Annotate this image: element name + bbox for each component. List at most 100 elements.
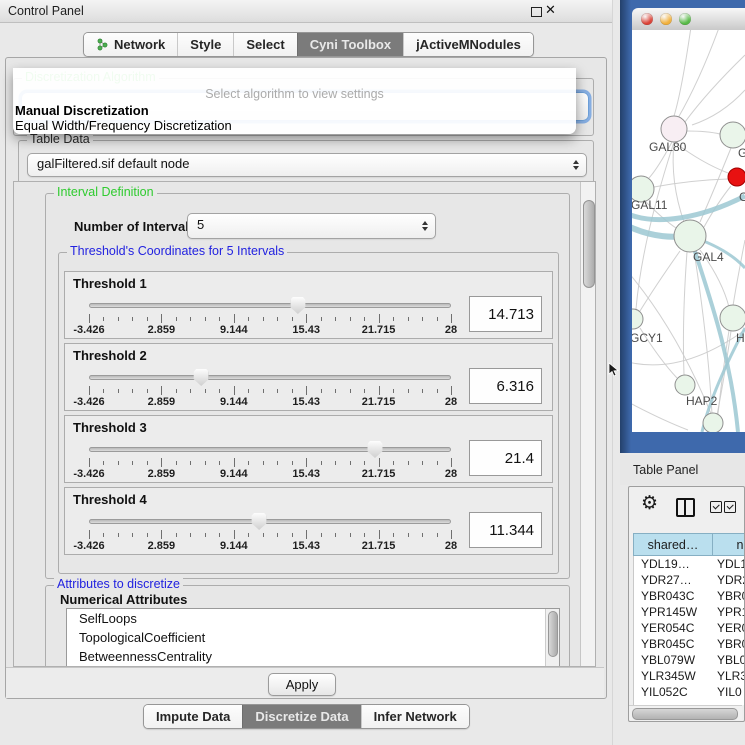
threshold-2-slider[interactable]: -3.4262.8599.14415.4321.71528	[89, 370, 451, 408]
network-node-c[interactable]	[728, 168, 745, 186]
network-edge[interactable]	[636, 142, 674, 309]
split-columns-icon[interactable]	[676, 498, 695, 517]
tab-network[interactable]: Network	[84, 33, 177, 56]
float-window-icon[interactable]	[531, 7, 542, 17]
cell-shared-name[interactable]: YDL19…	[634, 557, 714, 571]
threshold-2-value-field[interactable]: 6.316	[469, 368, 542, 404]
cell-name[interactable]: YBR0	[714, 589, 745, 603]
tick-mark	[176, 461, 177, 465]
threshold-4-slider[interactable]: -3.4262.8599.14415.4321.71528	[89, 514, 451, 552]
network-edge[interactable]	[640, 251, 680, 311]
slider-thumb[interactable]	[290, 297, 305, 314]
cell-shared-name[interactable]: YPR145W	[634, 605, 714, 619]
tab-cyni-toolbox[interactable]: Cyni Toolbox	[297, 33, 403, 56]
cell-name[interactable]: YDR2	[714, 573, 745, 587]
network-node[interactable]	[703, 413, 723, 432]
cell-shared-name[interactable]: YDR27…	[634, 573, 714, 587]
slider-thumb[interactable]	[367, 441, 382, 458]
cell-name[interactable]: YPR1	[714, 605, 745, 619]
close-traffic-light-icon[interactable]	[641, 13, 653, 25]
cell-shared-name[interactable]: YBL079W	[634, 653, 714, 667]
top-tab-bar: Network Style Select Cyni Toolbox jActiv…	[83, 32, 534, 57]
tab-infer-network[interactable]: Infer Network	[361, 705, 469, 728]
threshold-4-value-field[interactable]: 11.344	[469, 512, 542, 548]
slider-thumb[interactable]	[252, 513, 267, 530]
threshold-1-slider[interactable]: -3.4262.8599.14415.4321.71528	[89, 298, 451, 336]
table-row[interactable]: YBL079WYBL0	[634, 652, 745, 668]
table-row[interactable]: YBR045CYBR0	[634, 636, 745, 652]
numerical-attributes-list[interactable]: SelfLoopsTopologicalCoefficientBetweenne…	[66, 608, 560, 667]
network-node-h[interactable]	[720, 305, 745, 331]
cell-shared-name[interactable]: YBR043C	[634, 589, 714, 603]
cell-name[interactable]: YIL0	[714, 685, 745, 699]
tab-impute-data[interactable]: Impute Data	[144, 705, 242, 728]
list-scrollbar[interactable]	[545, 609, 559, 667]
number-of-intervals-combobox[interactable]: 5	[187, 213, 436, 239]
table-row[interactable]: YPR145WYPR1	[634, 604, 745, 620]
scrollbar-thumb[interactable]	[632, 708, 738, 720]
attribute-list-item[interactable]: TopologicalCoefficient	[67, 628, 559, 647]
tab-jactivemnodules[interactable]: jActiveMNodules	[403, 33, 533, 56]
cell-name[interactable]: YBR0	[714, 637, 745, 651]
table-row[interactable]: YDL19…YDL1	[634, 556, 745, 572]
scale-label: -3.426	[73, 396, 104, 408]
slider-thumb[interactable]	[194, 369, 209, 386]
tab-discretize-data[interactable]: Discretize Data	[242, 705, 360, 728]
popup-option-equal-width[interactable]: Equal Width/Frequency Discretization	[15, 118, 232, 133]
network-node-gal4[interactable]	[674, 220, 706, 252]
network-edge[interactable]	[632, 402, 688, 430]
numerical-attributes-heading: Numerical Attributes	[60, 592, 187, 607]
cell-shared-name[interactable]: YIL052C	[634, 685, 714, 699]
slider-track[interactable]	[89, 375, 451, 380]
threshold-1-value-field[interactable]: 14.713	[469, 296, 542, 332]
table-row[interactable]: YIL052CYIL0	[634, 684, 745, 700]
network-node-gcy1[interactable]	[632, 309, 643, 329]
cell-shared-name[interactable]: YBR045C	[634, 637, 714, 651]
close-icon[interactable]: ✕	[545, 3, 556, 18]
cell-name[interactable]: YBL0	[714, 653, 745, 667]
network-node-hap2[interactable]	[675, 375, 695, 395]
attribute-list-item[interactable]: BetweennessCentrality	[67, 647, 559, 666]
tab-style[interactable]: Style	[177, 33, 233, 56]
slider-track[interactable]	[89, 447, 451, 452]
checkbox-checked-icon[interactable]	[710, 501, 722, 513]
minimize-traffic-light-icon[interactable]	[660, 13, 672, 25]
threshold-3-slider[interactable]: -3.4262.8599.14415.4321.71528	[89, 442, 451, 480]
network-edge[interactable]	[692, 90, 745, 125]
column-header-shared-name[interactable]: shared…	[633, 533, 712, 556]
network-canvas[interactable]: GAL80GACGAL11GAL4GCY1HHAP2	[632, 30, 745, 432]
table-row[interactable]: YER054CYER0	[634, 620, 745, 636]
network-node-ga[interactable]	[720, 122, 745, 148]
cell-shared-name[interactable]: YLR345W	[634, 669, 714, 683]
slider-track[interactable]	[89, 519, 451, 524]
popup-option-manual-discretization[interactable]: Manual Discretization	[15, 103, 149, 118]
attribute-list-item[interactable]: SelfLoops	[67, 609, 559, 628]
network-edge[interactable]	[673, 142, 684, 222]
table-data-combobox[interactable]: galFiltered.sif default node	[27, 153, 587, 177]
checkbox-checked-icon[interactable]	[724, 501, 736, 513]
table-horizontal-scrollbar[interactable]	[629, 705, 742, 720]
cell-name[interactable]: YER0	[714, 621, 745, 635]
table-row[interactable]: YDR27…YDR2	[634, 572, 745, 588]
network-edge[interactable]	[674, 30, 692, 116]
scrollbar-thumb[interactable]	[548, 611, 558, 657]
gear-icon[interactable]: ⚙	[641, 494, 658, 513]
apply-button[interactable]: Apply	[268, 673, 336, 696]
threshold-label: Threshold 2	[73, 348, 147, 363]
scrollbar-thumb[interactable]	[583, 200, 595, 288]
tab-select[interactable]: Select	[233, 33, 296, 56]
cell-shared-name[interactable]: YER054C	[634, 621, 714, 635]
table-row[interactable]: YLR345WYLR3	[634, 668, 745, 684]
slider-ticks	[89, 530, 451, 539]
column-header-name[interactable]: na	[712, 533, 745, 556]
slider-scale: -3.4262.8599.14415.4321.71528	[89, 396, 451, 408]
slider-track[interactable]	[89, 303, 451, 308]
settings-scrollbar[interactable]	[580, 182, 595, 666]
table-row[interactable]: YBR043CYBR0	[634, 588, 745, 604]
network-node-gal80[interactable]	[661, 116, 687, 142]
cell-name[interactable]: YLR3	[714, 669, 745, 683]
cell-name[interactable]: YDL1	[714, 557, 745, 571]
network-edge[interactable]	[687, 131, 720, 134]
zoom-traffic-light-icon[interactable]	[679, 13, 691, 25]
threshold-3-value-field[interactable]: 21.4	[469, 440, 542, 476]
